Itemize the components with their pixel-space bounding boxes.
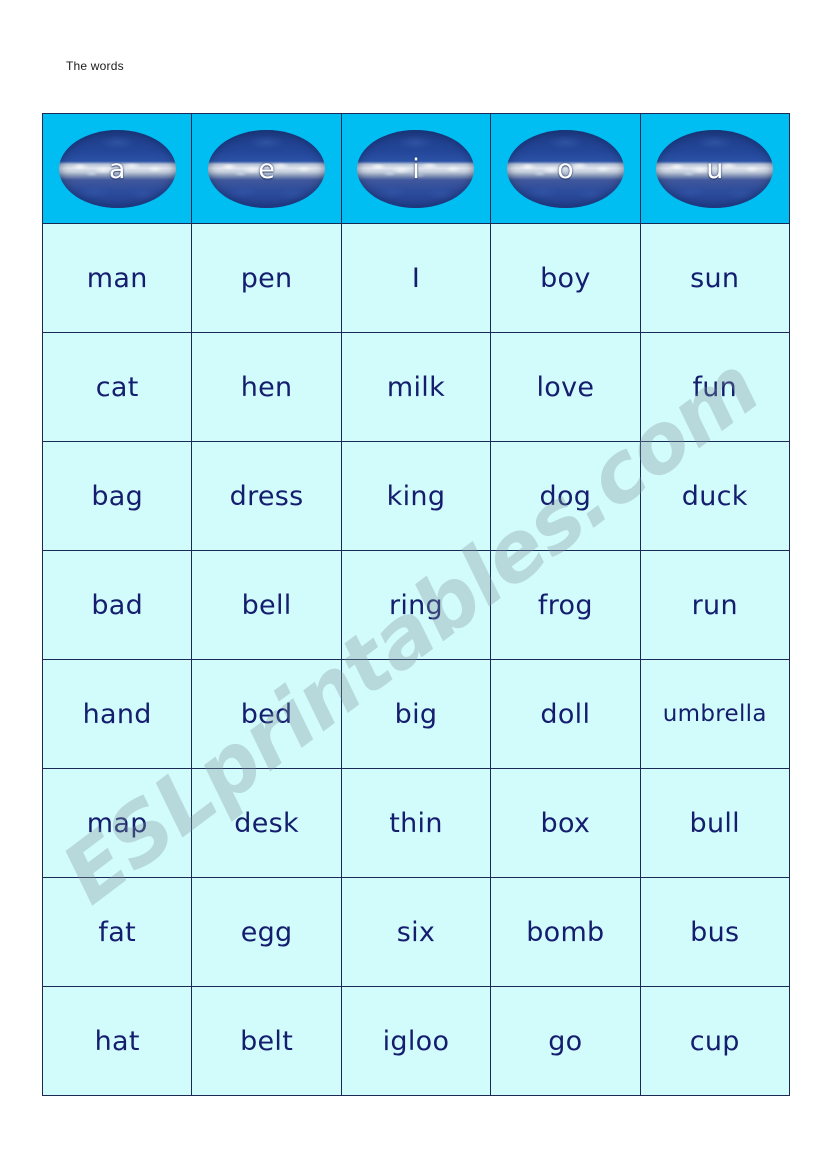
table-row: bag dress king dog duck: [41, 441, 790, 551]
word-cell: cup: [639, 986, 790, 1096]
word-cell: map: [41, 768, 193, 878]
vowel-letter-e: e: [258, 153, 275, 185]
cloud-oval-icon: o: [506, 129, 624, 208]
word-cell: dress: [191, 441, 342, 551]
word-cell: hen: [191, 332, 342, 442]
vowel-word-table: a e i o u man pen I boy sun cat hen milk…: [41, 113, 790, 1096]
vowel-letter-i: i: [412, 153, 420, 185]
word-cell: ring: [340, 550, 492, 660]
word-cell: duck: [639, 441, 790, 551]
cloud-oval-icon: i: [357, 129, 475, 208]
word-cell: bus: [639, 877, 790, 987]
vowel-letter-u: u: [706, 153, 724, 185]
vowel-letter-o: o: [557, 153, 574, 185]
header-cell-e: e: [191, 113, 342, 224]
header-cell-o: o: [490, 113, 641, 224]
header-cell-a: a: [41, 113, 193, 224]
word-cell: bad: [41, 550, 193, 660]
word-cell: run: [639, 550, 790, 660]
word-cell: bag: [41, 441, 193, 551]
page-title: The words: [66, 59, 124, 73]
word-cell: hat: [41, 986, 193, 1096]
word-cell: boy: [490, 223, 641, 333]
word-cell: cat: [41, 332, 193, 442]
cloud-oval-icon: u: [656, 129, 774, 208]
table-row: bad bell ring frog run: [41, 550, 790, 660]
word-cell: big: [340, 659, 492, 769]
word-cell: bell: [191, 550, 342, 660]
word-cell: umbrella: [639, 659, 790, 769]
table-row: fat egg six bomb bus: [41, 877, 790, 987]
header-cell-i: i: [340, 113, 492, 224]
word-cell: doll: [490, 659, 641, 769]
word-cell: six: [340, 877, 492, 987]
word-cell: bed: [191, 659, 342, 769]
cloud-oval-icon: a: [58, 129, 176, 208]
table-header-row: a e i o u: [41, 113, 790, 224]
word-cell: man: [41, 223, 193, 333]
cloud-oval-icon: e: [208, 129, 326, 208]
word-cell: sun: [639, 223, 790, 333]
vowel-letter-a: a: [108, 153, 126, 185]
table-body: a e i o u man pen I boy sun cat hen milk…: [41, 113, 790, 1096]
word-cell: dog: [490, 441, 641, 551]
table-row: cat hen milk love fun: [41, 332, 790, 442]
word-cell: bomb: [490, 877, 641, 987]
word-cell: thin: [340, 768, 492, 878]
header-cell-u: u: [639, 113, 790, 224]
word-cell: igloo: [340, 986, 492, 1096]
table-row: hand bed big doll umbrella: [41, 659, 790, 769]
word-cell: bull: [639, 768, 790, 878]
word-cell: box: [490, 768, 641, 878]
word-cell: frog: [490, 550, 641, 660]
word-cell: pen: [191, 223, 342, 333]
word-cell: milk: [340, 332, 492, 442]
word-cell: go: [490, 986, 641, 1096]
worksheet-page: The words a e i o u man pen I boy sun ca…: [0, 0, 821, 1169]
word-cell: hand: [41, 659, 193, 769]
word-cell: fun: [639, 332, 790, 442]
word-cell: fat: [41, 877, 193, 987]
word-cell: belt: [191, 986, 342, 1096]
table-row: hat belt igloo go cup: [41, 986, 790, 1096]
word-cell: love: [490, 332, 641, 442]
table-row: man pen I boy sun: [41, 223, 790, 333]
word-cell: king: [340, 441, 492, 551]
word-cell: desk: [191, 768, 342, 878]
table-row: map desk thin box bull: [41, 768, 790, 878]
word-cell: I: [340, 223, 492, 333]
word-cell: egg: [191, 877, 342, 987]
